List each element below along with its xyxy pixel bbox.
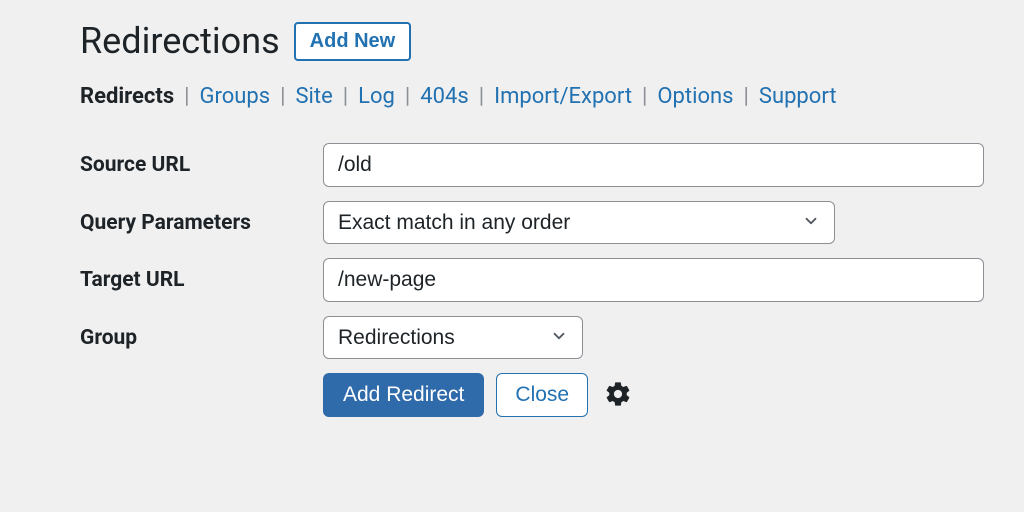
close-button[interactable]: Close: [496, 373, 588, 417]
group-select[interactable]: Redirections: [324, 317, 582, 358]
tab-import-export[interactable]: Import/Export: [494, 84, 632, 109]
group-select-wrapper: Redirections: [323, 316, 583, 359]
target-url-input[interactable]: [323, 258, 984, 302]
query-parameters-select[interactable]: Exact match in any order: [324, 202, 834, 243]
target-url-label: Target URL: [80, 268, 323, 292]
tab-separator: |: [744, 84, 749, 109]
add-redirect-button[interactable]: Add Redirect: [323, 373, 484, 417]
tab-404s[interactable]: 404s: [420, 84, 468, 109]
tabs-nav: Redirects | Groups | Site | Log | 404s |…: [80, 84, 984, 109]
tab-separator: |: [343, 84, 348, 109]
query-parameters-label: Query Parameters: [80, 211, 323, 235]
source-url-label: Source URL: [80, 153, 323, 177]
tab-log[interactable]: Log: [358, 84, 395, 109]
tab-separator: |: [642, 84, 647, 109]
group-label: Group: [80, 326, 323, 350]
tab-redirects[interactable]: Redirects: [80, 84, 174, 109]
tab-groups[interactable]: Groups: [200, 84, 271, 109]
tab-support[interactable]: Support: [759, 84, 837, 109]
tab-separator: |: [405, 84, 410, 109]
tab-site[interactable]: Site: [295, 84, 332, 109]
gear-icon: [604, 396, 632, 411]
settings-gear-button[interactable]: [600, 376, 636, 415]
source-url-input[interactable]: [323, 143, 984, 187]
tab-separator: |: [479, 84, 484, 109]
tab-options[interactable]: Options: [657, 84, 733, 109]
tab-separator: |: [280, 84, 285, 109]
add-new-button[interactable]: Add New: [294, 22, 412, 61]
page-title: Redirections: [80, 20, 280, 62]
tab-separator: |: [184, 84, 189, 109]
query-parameters-select-wrapper: Exact match in any order: [323, 201, 835, 244]
